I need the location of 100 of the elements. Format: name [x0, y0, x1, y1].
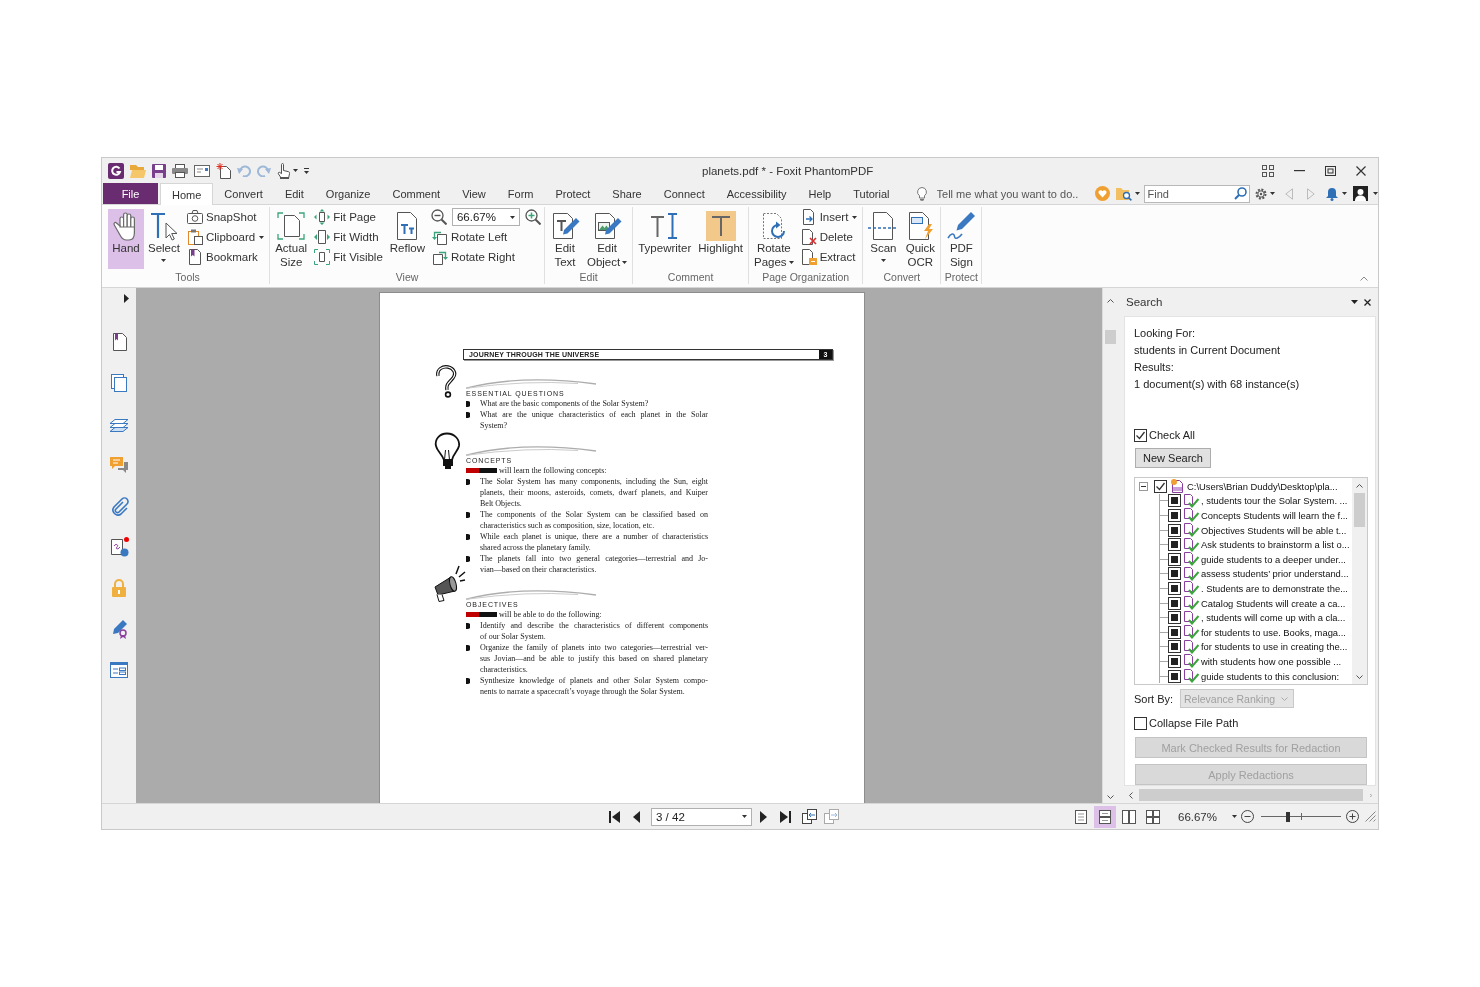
scan-button[interactable]: Scan — [865, 209, 902, 269]
fit-width-button[interactable]: Fit Width — [312, 227, 385, 247]
scroll-down-icon[interactable] — [1106, 795, 1114, 799]
ribbon-tab[interactable]: Tutorial — [842, 183, 901, 204]
checkbox[interactable] — [1168, 625, 1181, 639]
tell-me-field[interactable]: Tell me what you want to do.. — [936, 187, 1092, 200]
checkbox[interactable] — [1168, 509, 1181, 522]
checkbox[interactable] — [1168, 596, 1181, 610]
save-icon[interactable] — [152, 163, 166, 178]
checkbox[interactable] — [1168, 567, 1181, 581]
slider-thumb[interactable] — [1286, 811, 1291, 822]
file-path-text[interactable]: C:\Users\Brian Duddy\Desktop\pla... — [1187, 480, 1338, 492]
clipboard-button[interactable]: Clipboard — [184, 227, 267, 247]
first-page-icon[interactable] — [609, 810, 620, 823]
scrollbar-thumb[interactable] — [1104, 330, 1116, 344]
caret-icon[interactable] — [1372, 192, 1378, 195]
last-page-icon[interactable] — [780, 810, 791, 823]
scroll-left-icon[interactable] — [1129, 791, 1133, 799]
snapshot-button[interactable]: SnapShot — [184, 207, 267, 227]
continuous-page-button[interactable] — [1094, 805, 1116, 828]
search-result-item[interactable]: Concepts Students will learn the f... — [1201, 510, 1348, 521]
checkbox[interactable] — [1134, 716, 1147, 730]
scroll-up-icon[interactable] — [1106, 299, 1114, 303]
close-icon[interactable] — [1364, 298, 1371, 306]
search-result-item[interactable]: . Students are to demonstrate the... — [1201, 582, 1348, 594]
search-result-item[interactable]: for students to use in creating the... — [1201, 641, 1348, 653]
ribbon-tab[interactable]: Form — [496, 183, 545, 204]
scrollbar-thumb[interactable] — [1139, 789, 1363, 801]
checkbox[interactable] — [1168, 640, 1181, 654]
ribbon-tab[interactable]: View — [451, 183, 497, 204]
tree-scrollbar[interactable] — [1352, 478, 1367, 684]
ribbon-tab[interactable]: Accessibility — [715, 183, 798, 204]
print-icon[interactable] — [172, 163, 188, 178]
user-avatar-icon[interactable] — [1352, 186, 1368, 201]
search-result-item[interactable]: guide students to this conclusion: — [1201, 670, 1340, 682]
rotate-left-button[interactable]: Rotate Left — [429, 227, 541, 247]
zoom-in-icon[interactable] — [524, 209, 541, 225]
checkbox[interactable] — [1168, 669, 1181, 683]
rotate-pages-button[interactable]: Rotate Pages — [751, 209, 797, 269]
search-result-item[interactable]: , students will come up with a cla... — [1201, 612, 1346, 624]
caret-icon[interactable] — [1134, 192, 1140, 195]
ribbon-tab[interactable]: Convert — [213, 183, 274, 204]
envelope-icon[interactable] — [194, 164, 210, 177]
fit-page-button[interactable]: Fit Page — [312, 207, 385, 227]
edit-text-button[interactable]: Edit Text — [546, 209, 583, 269]
rotate-right-button[interactable]: Rotate Right — [429, 247, 541, 267]
search-result-item[interactable]: Ask students to brainstorm a list o... — [1201, 539, 1350, 551]
pdf-sign-button[interactable]: PDF Sign — [943, 209, 980, 269]
scroll-up-icon[interactable] — [1356, 484, 1363, 488]
maximize-icon[interactable] — [1325, 165, 1336, 176]
quick-ocr-button[interactable]: Quick OCR — [902, 209, 939, 269]
ribbon-tab[interactable]: Edit — [273, 183, 315, 204]
reflow-button[interactable]: Reflow — [386, 209, 428, 269]
edit-object-button[interactable]: Edit Object — [583, 209, 631, 269]
app-logo-icon[interactable] — [108, 162, 124, 179]
vertical-scrollbar[interactable] — [1102, 288, 1117, 803]
search-result-item[interactable]: , students tour the Solar System. ... — [1201, 495, 1348, 507]
expand-arrow-icon[interactable] — [124, 294, 129, 303]
document-seal-icon[interactable] — [109, 537, 129, 557]
fullscreen-icon[interactable] — [1262, 164, 1274, 177]
ribbon-tab[interactable]: Home — [160, 183, 214, 205]
previous-page-icon[interactable] — [633, 810, 640, 823]
ribbon-tab[interactable]: Comment — [381, 183, 452, 204]
previous-view-icon[interactable] — [802, 809, 817, 824]
checkbox[interactable] — [1168, 523, 1181, 537]
typewriter-button[interactable]: Typewriter — [635, 209, 695, 269]
caret-icon[interactable] — [1269, 192, 1275, 195]
comments-icon[interactable] — [109, 455, 129, 475]
file-menu-tab[interactable]: File — [103, 183, 158, 204]
notification-bell-icon[interactable] — [1324, 186, 1339, 201]
dropdown-icon[interactable] — [1351, 300, 1358, 304]
extract-button[interactable]: Extract — [798, 247, 860, 267]
checkbox[interactable] — [1168, 552, 1181, 566]
actual-size-button[interactable]: Actual Size — [272, 209, 311, 269]
select-button[interactable]: Select — [145, 209, 183, 269]
checkbox[interactable] — [1168, 654, 1181, 668]
page-number-field[interactable]: 3 / 42 — [651, 807, 752, 826]
settings-icon[interactable] — [1253, 186, 1268, 201]
scrollbar-thumb[interactable] — [1354, 493, 1365, 527]
search-result-item[interactable]: assess students’ prior understand... — [1201, 568, 1349, 580]
form-fields-icon[interactable] — [109, 660, 129, 680]
new-document-icon[interactable] — [216, 162, 231, 179]
zoom-in-icon[interactable] — [1346, 810, 1359, 823]
hand-tool-button[interactable]: Hand — [108, 209, 144, 269]
zoom-level-dropdown[interactable]: 66.67% — [1178, 810, 1237, 823]
minimize-icon[interactable] — [1294, 169, 1305, 172]
ribbon-tab[interactable]: Share — [601, 183, 653, 204]
highlight-button[interactable]: Highlight — [695, 209, 746, 269]
search-result-item[interactable]: guide students to a deeper under... — [1201, 553, 1346, 565]
close-icon[interactable] — [1356, 165, 1366, 176]
collapse-icon[interactable] — [1139, 481, 1148, 491]
pages-icon[interactable] — [109, 373, 129, 393]
checkbox[interactable] — [1154, 479, 1167, 493]
checkbox[interactable] — [1168, 581, 1181, 595]
resize-grip-icon[interactable] — [1365, 811, 1376, 822]
checkbox[interactable] — [1134, 428, 1147, 442]
zoom-out-icon[interactable] — [1241, 810, 1254, 823]
ribbon-tab[interactable]: Protect — [544, 183, 602, 204]
paperclip-icon[interactable] — [109, 496, 129, 516]
bookmark-button[interactable]: Bookmark — [184, 247, 267, 267]
